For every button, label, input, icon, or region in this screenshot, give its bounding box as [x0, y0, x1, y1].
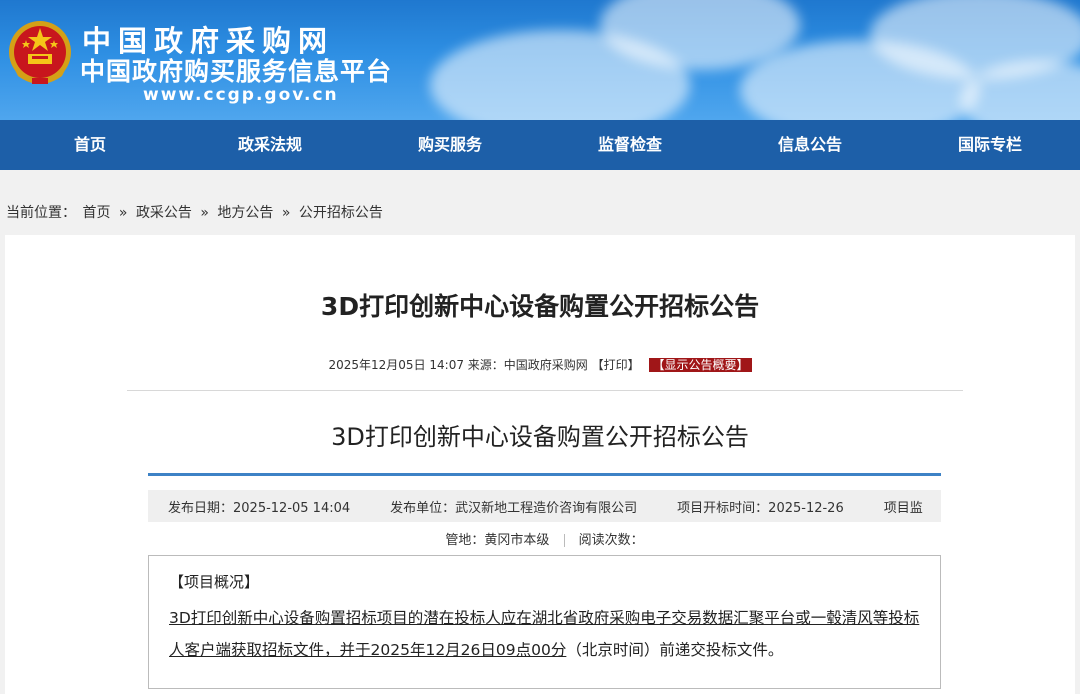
blue-divider	[148, 473, 941, 476]
nav-item-international[interactable]: 国际专栏	[900, 120, 1080, 170]
site-url: www.ccgp.gov.cn	[143, 85, 339, 105]
overview-text-part2: （北京时间）前递交投标文件。	[566, 641, 784, 659]
nav-item-purchase-services[interactable]: 购买服务	[360, 120, 540, 170]
publisher: 发布单位：武汉新地工程造价咨询有限公司	[390, 500, 638, 516]
breadcrumb-separator: »	[200, 205, 209, 221]
breadcrumb-separator: »	[281, 205, 291, 221]
project-supervisor: 项目监	[883, 500, 923, 516]
national-emblem-icon	[9, 21, 71, 84]
article-datetime: 2025年12月05日 14:07	[328, 358, 464, 372]
nav-item-regulations[interactable]: 政采法规	[180, 120, 360, 170]
print-link[interactable]: 【打印】	[592, 358, 640, 372]
breadcrumb-separator: »	[118, 205, 128, 221]
overview-text: 3D打印创新中心设备购置招标项目的潜在投标人应在湖北省政府采购电子交易数据汇聚平…	[169, 602, 920, 666]
article-subtitle: 3D打印创新中心设备购置公开招标公告	[331, 423, 749, 451]
read-count: 阅读次数：	[578, 533, 644, 548]
overview-heading: 【项目概况】	[169, 573, 260, 591]
publish-date: 发布日期：2025-12-05 14:04	[168, 500, 351, 516]
jurisdiction: 管地：黄冈市本级	[445, 533, 550, 548]
article-card: 3D打印创新中心设备购置公开招标公告 2025年12月05日 14:07 来源：…	[5, 235, 1075, 694]
info-separator	[563, 534, 565, 547]
site-header-banner: 中国政府采购网 中国政府购买服务信息平台 www.ccgp.gov.cn	[0, 0, 1080, 120]
divider	[127, 390, 963, 391]
article-source: 来源：中国政府采购网	[467, 358, 588, 372]
breadcrumb-prefix: 当前位置：	[6, 205, 76, 221]
breadcrumb: 当前位置： 首页 » 政采公告 » 地方公告 » 公开招标公告	[6, 202, 383, 222]
show-summary-button[interactable]: 【显示公告概要】	[649, 358, 752, 372]
bid-open-time: 项目开标时间：2025-12-26	[677, 500, 844, 516]
article-title: 3D打印创新中心设备购置公开招标公告	[320, 292, 760, 321]
project-overview-box: 【项目概况】 3D打印创新中心设备购置招标项目的潜在投标人应在湖北省政府采购电子…	[148, 555, 941, 689]
nav-item-home[interactable]: 首页	[0, 120, 180, 170]
breadcrumb-home[interactable]: 首页	[82, 205, 110, 221]
breadcrumb-local-notices[interactable]: 地方公告	[217, 205, 273, 221]
breadcrumb-open-tender[interactable]: 公开招标公告	[299, 205, 383, 221]
info-row-2: 管地：黄冈市本级 阅读次数：	[148, 529, 941, 548]
nav-item-supervision[interactable]: 监督检查	[540, 120, 720, 170]
nav-item-announcements[interactable]: 信息公告	[720, 120, 900, 170]
bid-deadline: 2025年12月26日09点00分	[370, 641, 567, 659]
site-subtitle: 中国政府购买服务信息平台	[80, 57, 393, 86]
main-nav: 首页 政采法规 购买服务 监督检查 信息公告 国际专栏	[0, 120, 1080, 170]
article-meta: 2025年12月05日 14:07 来源：中国政府采购网 【打印】 【显示公告概…	[5, 356, 1075, 373]
info-bar: 发布日期：2025-12-05 14:04 发布单位：武汉新地工程造价咨询有限公…	[148, 490, 941, 522]
breadcrumb-procurement-notices[interactable]: 政采公告	[136, 205, 192, 221]
